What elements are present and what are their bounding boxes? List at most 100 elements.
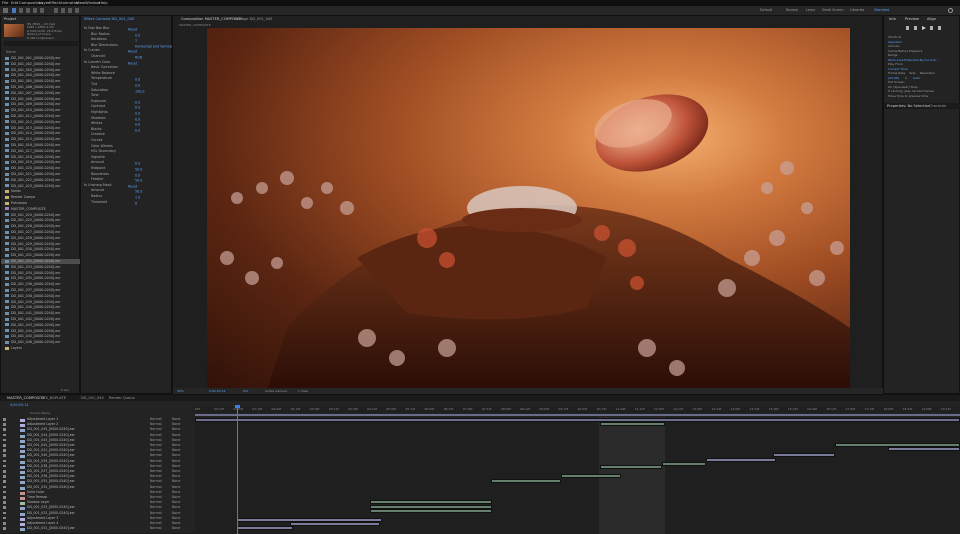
blend-mode-dropdown[interactable]: Normal	[150, 526, 162, 531]
first-frame-icon[interactable]	[906, 26, 909, 30]
skip-field[interactable]: 0	[905, 76, 907, 81]
home-icon[interactable]	[3, 8, 8, 13]
timeline-layer-row[interactable]: Shadow Layer Normal None	[0, 500, 193, 506]
project-item[interactable]: DD_001_010_[0000-0240].exr	[5, 108, 60, 113]
parent-dropdown[interactable]: None	[172, 490, 180, 495]
project-item[interactable]: DD_001_001_[0000-0240].exr	[5, 56, 60, 61]
project-item[interactable]: DD_001_027_[0000-0240].exr	[5, 230, 60, 235]
layer-bar[interactable]	[773, 453, 835, 457]
timeline-layer-row[interactable]: Adjustment Layer 2 Normal None	[0, 422, 193, 428]
parent-dropdown[interactable]: None	[172, 511, 180, 516]
align-tab[interactable]: Align	[924, 16, 939, 22]
visibility-eye-icon[interactable]	[3, 496, 6, 499]
visibility-eye-icon[interactable]	[3, 444, 6, 447]
timeline-tab-dd045[interactable]: DD_001_045	[78, 395, 107, 401]
parent-dropdown[interactable]: None	[172, 505, 180, 510]
move-time-checkbox[interactable]: Move time to preview time	[888, 94, 958, 99]
parent-dropdown[interactable]: None	[172, 474, 180, 479]
current-time-indicator[interactable]	[237, 405, 238, 534]
visibility-eye-icon[interactable]	[3, 527, 6, 530]
project-item[interactable]: DD_001_005_[0000-0240].exr	[5, 79, 60, 84]
current-time-display[interactable]: 0;00;03;12	[209, 389, 225, 393]
visibility-eye-icon[interactable]	[3, 522, 6, 525]
layer-bar[interactable]	[370, 500, 492, 504]
blend-mode-dropdown[interactable]: Normal	[150, 505, 162, 510]
project-item[interactable]: DD_001_017_[0000-0240].exr	[5, 149, 60, 154]
visibility-eye-icon[interactable]	[3, 475, 6, 478]
project-item[interactable]: DD_001_021_[0000-0240].exr	[5, 172, 60, 177]
next-frame-icon[interactable]	[930, 26, 933, 30]
timeline-layer-row[interactable]: DD_001_043_[0000-0240].exr Normal None	[0, 438, 193, 443]
timeline-layer-row[interactable]: Adjustment Layer 1 Normal None	[0, 417, 193, 422]
project-item[interactable]: DD_001_018_[0000-0240].exr	[5, 155, 60, 160]
timeline-layer-row[interactable]: DD_001_039_[0000-0240].exr Normal None	[0, 459, 193, 464]
visibility-eye-icon[interactable]	[3, 438, 6, 442]
magnification-dropdown[interactable]: 50%	[177, 389, 184, 393]
visibility-eye-icon[interactable]	[3, 511, 6, 515]
layer-bar[interactable]	[888, 447, 960, 451]
bit-depth-label[interactable]: 8 bpc	[61, 388, 69, 392]
blend-mode-dropdown[interactable]: Normal	[150, 521, 162, 526]
source-name-header[interactable]: Source Name	[30, 411, 50, 415]
composition-subtab[interactable]: MASTER_COMPOSITE	[179, 23, 211, 27]
parent-dropdown[interactable]: None	[172, 417, 180, 422]
parent-dropdown[interactable]: None	[172, 422, 180, 427]
blend-mode-dropdown[interactable]: Normal	[150, 438, 162, 443]
project-item[interactable]: DD_001_025_[0000-0240].exr	[5, 218, 60, 223]
visibility-eye-icon[interactable]	[3, 454, 6, 457]
layer-bar[interactable]	[237, 526, 293, 530]
layer-bar[interactable]	[600, 465, 662, 469]
time-ruler[interactable]: 00f 00:12f 01:00f 01:12f 02:00f 02:12f 03:00f 0…	[195, 407, 960, 413]
parent-dropdown[interactable]: None	[172, 453, 180, 458]
hand-tool-icon[interactable]	[19, 8, 23, 13]
project-item[interactable]: DD_001_019_[0000-0240].exr	[5, 160, 60, 165]
project-item[interactable]: Solids	[5, 189, 21, 194]
timeline-layer-row[interactable]: Solid Color Normal None	[0, 490, 193, 495]
project-item[interactable]: DD_001_022_[0000-0240].exr	[5, 178, 60, 183]
project-item[interactable]: DD_001_031_[0000-0240].exr	[5, 253, 60, 258]
visibility-eye-icon[interactable]	[3, 459, 6, 463]
timeline-layer-row[interactable]: DD_001_032_[0000-0240].exr Normal None	[0, 511, 193, 516]
project-tab[interactable]: Project	[1, 16, 19, 22]
play-icon[interactable]	[922, 26, 926, 30]
project-item[interactable]: DD_001_045_[0000-0240].exr	[5, 334, 60, 339]
rotate-tool-icon[interactable]	[33, 8, 37, 13]
timeline-layer-row[interactable]: DD_001_040_[0000-0240].exr Normal None	[0, 453, 193, 459]
project-item[interactable]: DD_001_039_[0000-0240].exr	[5, 300, 60, 305]
timeline-layer-row[interactable]: DD_001_031_[0000-0240].exr Normal None	[0, 526, 193, 532]
project-item[interactable]: MASTER_COMPOSITE	[5, 207, 46, 212]
timeline-layer-row[interactable]: DD_001_045_[0000-0240].exr Normal None	[0, 427, 193, 433]
selection-tool-icon[interactable]	[12, 8, 16, 13]
visibility-eye-icon[interactable]	[3, 464, 6, 468]
timeline-layer-row[interactable]: Adjustment Layer 3 Normal None	[0, 516, 193, 521]
project-item[interactable]: Layers	[5, 346, 22, 351]
blend-mode-dropdown[interactable]: Normal	[150, 511, 162, 516]
blend-mode-dropdown[interactable]: Normal	[150, 448, 162, 453]
timeline-layer-row[interactable]: DD_001_034_[0000-0240].exr Normal None	[0, 485, 193, 490]
workspace-small-screen[interactable]: Small Screen	[822, 8, 844, 12]
visibility-eye-icon[interactable]	[3, 506, 6, 509]
text-tool-icon[interactable]	[61, 8, 65, 13]
project-item[interactable]: DD_001_007_[0000-0240].exr	[5, 91, 60, 96]
project-item[interactable]: DD_001_035_[0000-0240].exr	[5, 276, 60, 281]
visibility-eye-icon[interactable]	[3, 428, 6, 431]
blend-mode-dropdown[interactable]: Normal	[150, 474, 162, 479]
blend-mode-dropdown[interactable]: Normal	[150, 433, 162, 438]
render-queue-tab[interactable]: Render Queue	[106, 395, 138, 401]
blend-mode-dropdown[interactable]: Normal	[150, 490, 162, 495]
timeline-layer-row[interactable]: DD_001_033_[0000-0240].exr Normal None	[0, 505, 193, 511]
camera-dropdown[interactable]: Active Camera	[265, 389, 287, 393]
layer-bar[interactable]	[662, 462, 706, 466]
info-tab[interactable]: Info	[886, 16, 899, 22]
project-item[interactable]: DD_001_038_[0000-0240].exr	[5, 294, 60, 299]
project-item[interactable]: DD_001_015_[0000-0240].exr	[5, 137, 60, 142]
zoom-tool-icon[interactable]	[26, 8, 30, 13]
pen-tool-icon[interactable]	[54, 8, 58, 13]
blend-mode-dropdown[interactable]: Normal	[150, 417, 162, 422]
layer-bar[interactable]	[706, 458, 776, 462]
parent-dropdown[interactable]: None	[172, 516, 180, 521]
blend-mode-dropdown[interactable]: Normal	[150, 427, 162, 432]
timeline-current-time[interactable]: 0;00;03;12	[10, 403, 29, 407]
parent-dropdown[interactable]: None	[172, 433, 180, 438]
views-dropdown[interactable]: 1 View	[298, 389, 308, 393]
